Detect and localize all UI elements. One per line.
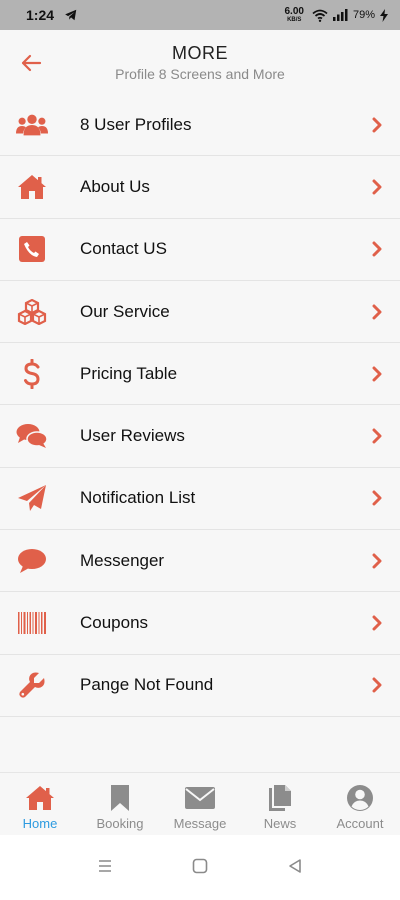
home-nav-button[interactable] xyxy=(185,851,215,881)
menu-item-contact-us[interactable]: Contact US xyxy=(0,219,400,281)
menu-item-label: Pange Not Found xyxy=(80,675,214,695)
chevron-right-icon xyxy=(372,615,382,631)
home-icon xyxy=(16,171,48,203)
back-nav-button[interactable] xyxy=(280,851,310,881)
menu-item-page-not-found[interactable]: Pange Not Found xyxy=(0,655,400,717)
chevron-right-icon xyxy=(372,428,382,444)
signal-icon xyxy=(332,9,348,21)
menu-item-label: User Reviews xyxy=(80,426,185,446)
menu-item-label: Contact US xyxy=(80,239,167,259)
square-icon xyxy=(192,858,208,874)
tab-label: Account xyxy=(336,816,384,831)
barcode-icon xyxy=(16,607,48,639)
page-subtitle: Profile 8 Screens and More xyxy=(115,66,285,82)
wifi-icon xyxy=(312,9,328,22)
documents-icon xyxy=(265,783,295,813)
tab-label: Home xyxy=(22,816,58,831)
battery-percent: 79% xyxy=(352,9,375,21)
chevron-right-icon xyxy=(372,553,382,569)
menu-item-label: 8 User Profiles xyxy=(80,114,192,134)
menu-item-label: Messenger xyxy=(80,550,165,570)
header: MORE Profile 8 Screens and More xyxy=(0,30,400,94)
tab-label: Booking xyxy=(96,816,144,831)
tab-message[interactable]: Message xyxy=(160,773,240,835)
home-icon xyxy=(25,783,55,813)
menu-item-messenger[interactable]: Messenger xyxy=(0,530,400,593)
cubes-icon xyxy=(16,296,48,328)
phone-icon xyxy=(16,233,48,265)
menu-item-about-us[interactable]: About Us xyxy=(0,156,400,219)
recent-apps-button[interactable] xyxy=(90,851,120,881)
menu-item-notification-list[interactable]: Notification List xyxy=(0,468,400,531)
menu-item-user-reviews[interactable]: User Reviews xyxy=(0,405,400,468)
chevron-right-icon xyxy=(372,241,382,257)
menu-item-label: Pricing Table xyxy=(80,363,178,383)
chat-bubble-icon xyxy=(16,545,48,577)
menu-item-label: About Us xyxy=(80,176,150,196)
bottom-tab-bar: Home Booking Message News Account xyxy=(0,772,400,835)
menu-item-pricing-table[interactable]: Pricing Table xyxy=(0,343,400,406)
chevron-right-icon xyxy=(372,117,382,133)
wrench-icon xyxy=(16,669,48,701)
tab-news[interactable]: News xyxy=(240,773,320,835)
telegram-icon xyxy=(65,9,77,21)
paper-plane-icon xyxy=(16,482,48,514)
status-time: 1:24 xyxy=(26,7,55,23)
menu-item-label: Notification List xyxy=(80,488,196,508)
menu-item-coupons[interactable]: Coupons xyxy=(0,592,400,655)
tab-account[interactable]: Account xyxy=(320,773,400,835)
tab-booking[interactable]: Booking xyxy=(80,773,160,835)
menu-list: 8 User Profiles About Us Contact US Our … xyxy=(0,94,400,717)
charging-icon xyxy=(380,8,388,22)
menu-item-our-service[interactable]: Our Service xyxy=(0,281,400,344)
comments-icon xyxy=(16,420,48,452)
menu-lines-icon xyxy=(99,860,111,872)
tab-home[interactable]: Home xyxy=(0,773,80,835)
tab-label: Message xyxy=(173,816,227,831)
chevron-right-icon xyxy=(372,677,382,693)
network-speed: 6.00 KB/S xyxy=(284,6,304,24)
tab-label: News xyxy=(263,816,297,831)
page-title: MORE xyxy=(172,43,228,63)
envelope-icon xyxy=(185,783,215,813)
menu-item-label: Coupons xyxy=(80,613,149,633)
chevron-right-icon xyxy=(372,179,382,195)
menu-item-user-profiles[interactable]: 8 User Profiles xyxy=(0,94,400,157)
chevron-right-icon xyxy=(372,304,382,320)
chevron-right-icon xyxy=(372,366,382,382)
status-bar: 1:24 6.00 KB/S 79% xyxy=(0,0,400,30)
dollar-icon xyxy=(16,358,48,390)
menu-item-label: Our Service xyxy=(80,301,170,321)
user-circle-icon xyxy=(345,783,375,813)
chevron-right-icon xyxy=(372,490,382,506)
system-nav-bar xyxy=(0,835,400,900)
users-icon xyxy=(16,109,48,141)
bookmark-icon xyxy=(105,783,135,813)
triangle-back-icon xyxy=(289,859,301,873)
